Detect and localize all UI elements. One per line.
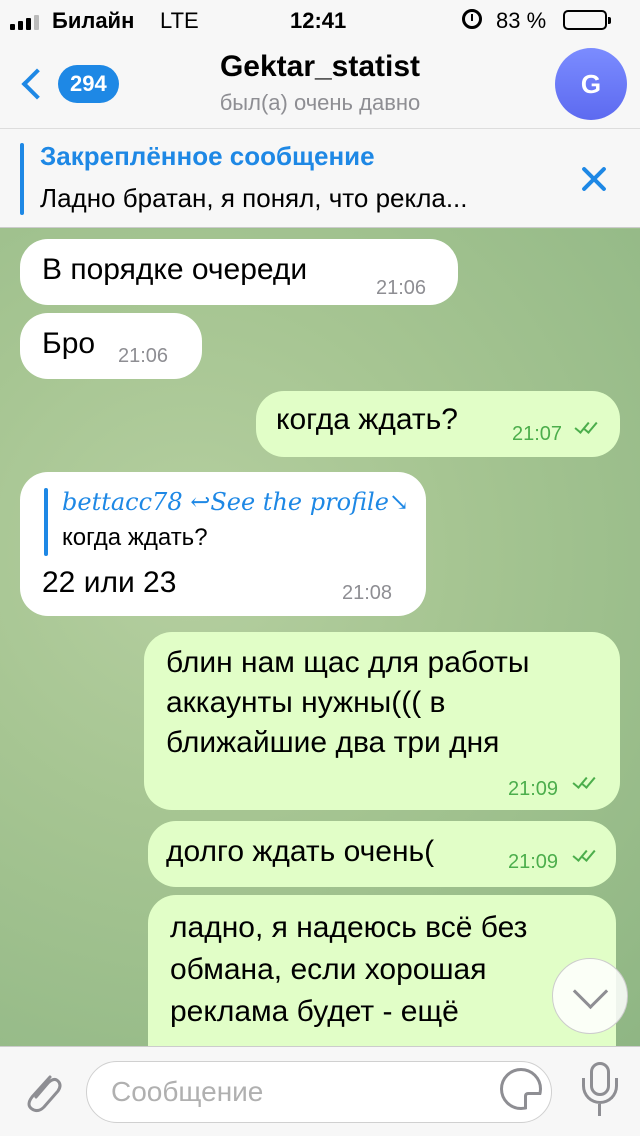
message-outgoing[interactable]: блин нам щас для работы аккаунты нужны((… <box>144 632 620 810</box>
pinned-text: Ладно братан, я понял, что рекла... <box>40 183 468 213</box>
sticker-icon[interactable] <box>500 1068 542 1110</box>
reply-sender[interactable]: bettacc78 ↩See the profile↘ <box>62 488 409 516</box>
message-time: 21:08 <box>342 582 393 604</box>
status-bar: Билайн LTE 12:41 83 % <box>0 0 640 40</box>
message-line: обмана, если хорошая <box>170 953 487 986</box>
message-outgoing[interactable]: ладно, я надеюсь всё без обмана, если хо… <box>148 895 616 1046</box>
message-incoming[interactable]: bettacc78 ↩See the profile↘ когда ждать?… <box>20 472 426 616</box>
read-checks-icon <box>570 846 600 865</box>
message-line: блин нам щас для работы <box>166 646 530 679</box>
battery-icon <box>563 10 611 30</box>
pinned-message[interactable]: Закреплённое сообщение Ладно братан, я п… <box>0 128 640 228</box>
message-line: ближайшие два три дня <box>166 726 500 759</box>
message-line: реклама будет - ещё <box>170 995 459 1028</box>
unread-count-badge: 294 <box>58 65 119 103</box>
message-time: 21:06 <box>376 277 427 299</box>
message-text: 22 или 23 <box>42 566 177 599</box>
alarm-icon <box>462 9 482 29</box>
message-incoming[interactable]: Бро 21:06 <box>20 313 202 379</box>
message-line: аккаунты нужны((( в <box>166 686 446 719</box>
message-text: когда ждать? <box>276 403 458 436</box>
microphone-icon[interactable] <box>580 1062 620 1118</box>
message-outgoing[interactable]: когда ждать? 21:07 <box>256 391 620 457</box>
pinned-title: Закреплённое сообщение <box>40 141 375 171</box>
read-checks-icon <box>572 418 602 437</box>
status-time: 12:41 <box>290 8 347 33</box>
back-button[interactable]: 294 <box>14 60 134 108</box>
message-input[interactable]: Сообщение <box>86 1061 552 1123</box>
message-line: ладно, я надеюсь всё без <box>170 911 528 944</box>
scroll-to-bottom-button[interactable] <box>552 958 628 1034</box>
last-seen-status: был(а) очень давно <box>219 90 421 115</box>
message-time: 21:06 <box>118 345 169 367</box>
message-text: долго ждать очень( <box>166 835 435 868</box>
message-text: В порядке очереди <box>42 253 308 286</box>
pinned-accent-bar <box>20 143 24 215</box>
battery-percent: 83 % <box>496 8 547 33</box>
message-text: Бро <box>42 327 96 360</box>
network-type: LTE <box>160 8 199 33</box>
composer-bar: Сообщение <box>0 1046 640 1136</box>
chevron-left-icon <box>21 68 53 100</box>
reply-quote: когда ждать? <box>62 524 208 551</box>
close-icon[interactable] <box>578 163 610 195</box>
chat-header: 294 Gektar_statist был(а) очень давно G <box>0 40 640 128</box>
message-time: 21:07 <box>512 423 563 445</box>
carrier-name: Билайн <box>52 8 135 33</box>
chat-title[interactable]: Gektar_statist <box>160 50 480 84</box>
message-outgoing[interactable]: долго ждать очень( 21:09 <box>148 821 616 887</box>
message-time: 21:09 <box>508 778 559 800</box>
message-list[interactable]: В порядке очереди 21:06 Бро 21:06 когда … <box>0 229 640 1046</box>
avatar[interactable]: G <box>555 48 627 120</box>
read-checks-icon <box>570 773 600 792</box>
message-incoming[interactable]: В порядке очереди 21:06 <box>20 239 458 305</box>
paperclip-icon[interactable] <box>20 1067 66 1117</box>
reply-accent-bar <box>44 488 48 556</box>
message-time: 21:09 <box>508 851 559 873</box>
signal-icon <box>10 12 39 30</box>
